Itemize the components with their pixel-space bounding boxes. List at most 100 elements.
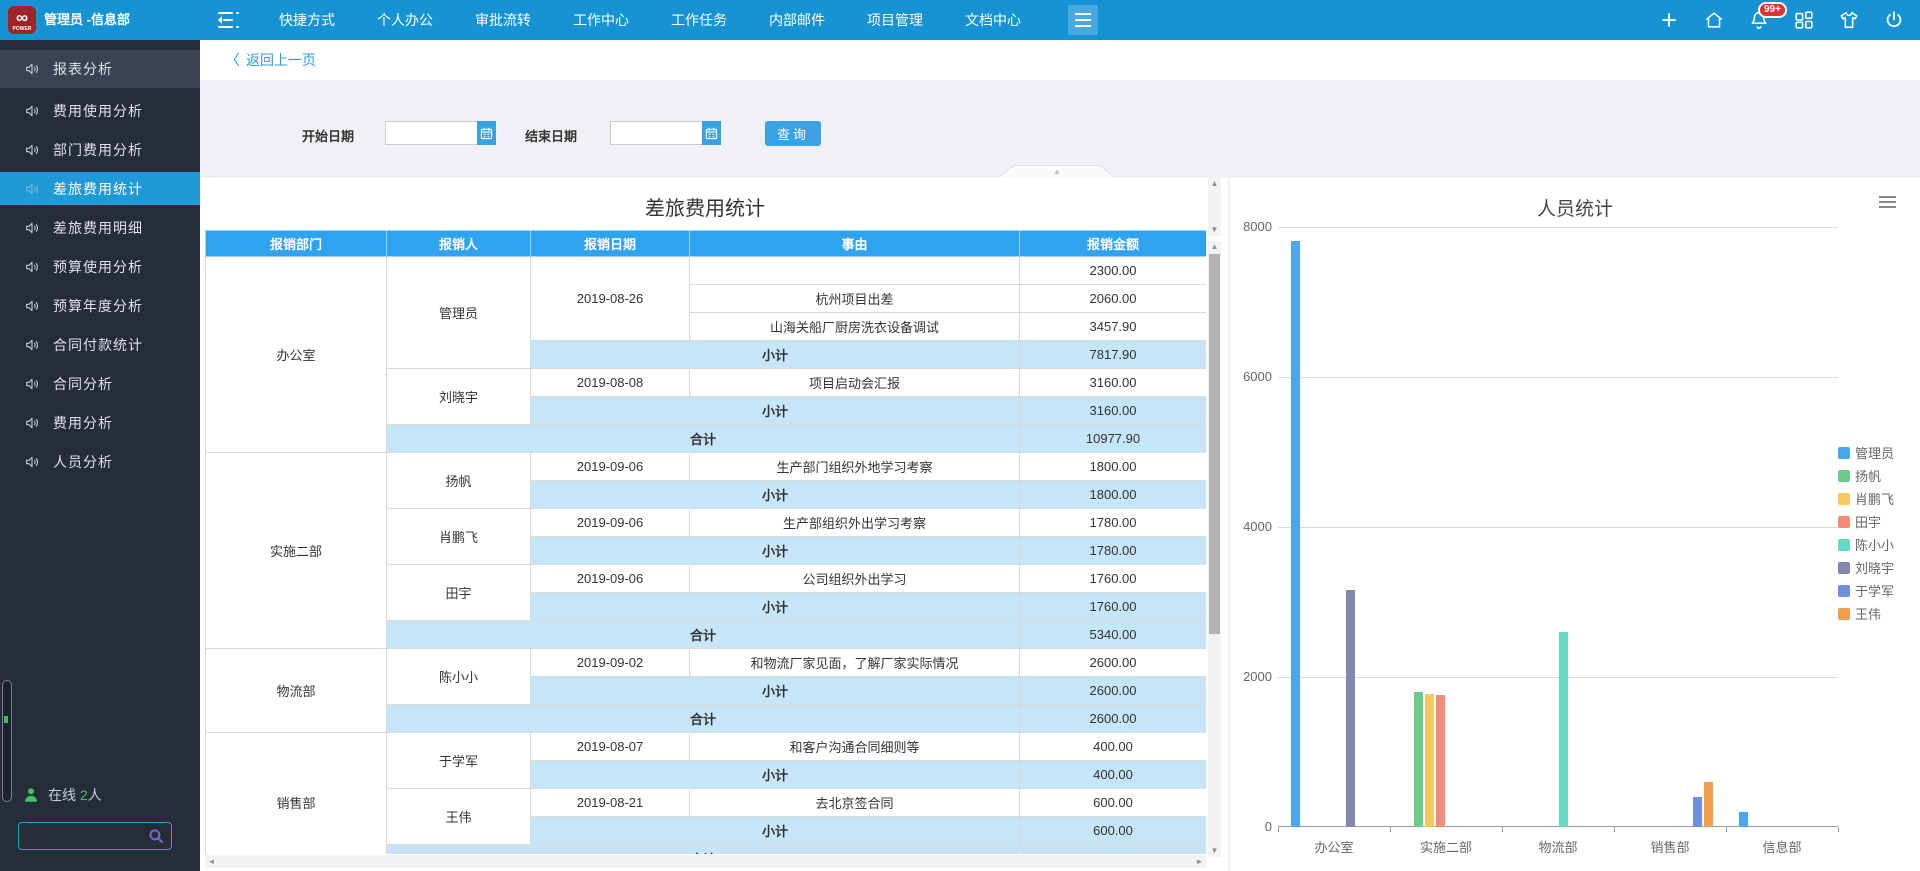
total-amount-cell: 2600.00 (1020, 705, 1207, 733)
x-axis-tick (1614, 827, 1615, 832)
top-nav-item-8[interactable]: 文档中心 (965, 10, 1021, 30)
sidebar-search-input[interactable] (19, 826, 147, 846)
legend-item-扬帆[interactable]: 扬帆 (1838, 464, 1894, 487)
scroll-right-arrow[interactable]: ► (1193, 855, 1206, 868)
top-nav-item-7[interactable]: 项目管理 (867, 10, 923, 30)
sidebar-item-10[interactable]: 人员分析 (0, 445, 200, 478)
online-user-icon (22, 786, 40, 804)
bar-刘晓宇-办公室[interactable] (1346, 590, 1355, 827)
bar-田宇-实施二部[interactable] (1436, 695, 1445, 827)
sidebar-item-3[interactable]: 差旅费用统计 (0, 172, 200, 205)
gridline (1278, 227, 1838, 228)
amount-cell: 2060.00 (1020, 285, 1207, 313)
date-cell: 2019-09-06 (531, 509, 690, 537)
legend-item-王伟[interactable]: 王伟 (1838, 602, 1894, 625)
sidebar-item-label: 差旅费用统计 (53, 179, 143, 199)
column-header: 报销人 (387, 231, 531, 257)
bar-chart-plot (1278, 227, 1838, 827)
nav-collapse-icon[interactable] (218, 12, 244, 28)
main-content: 〈返回上一页 开始日期 结束日期 查询 ▲ 差旅费用统计 报销部门报销人 (200, 40, 1920, 871)
scrollbar-thumb[interactable] (1209, 254, 1220, 634)
calendar-icon (705, 127, 718, 140)
sidebar-search-box (18, 822, 172, 850)
more-menu-button[interactable] (1068, 5, 1098, 35)
sidebar-item-4[interactable]: 差旅费用明细 (0, 211, 200, 244)
start-date-input[interactable] (385, 121, 477, 145)
sidebar-volume-pill[interactable] (2, 680, 12, 802)
bar-于学军-销售部[interactable] (1693, 797, 1702, 827)
sidebar: 报表分析 费用使用分析部门费用分析差旅费用统计差旅费用明细预算使用分析预算年度分… (0, 40, 200, 871)
top-nav-item-6[interactable]: 内部邮件 (769, 10, 825, 30)
query-button[interactable]: 查询 (765, 121, 821, 146)
back-link[interactable]: 〈返回上一页 (225, 40, 316, 80)
sidebar-item-2[interactable]: 部门费用分析 (0, 133, 200, 166)
apps-grid-icon[interactable] (1792, 8, 1816, 32)
topbar-action-icons: + 99+ (1657, 0, 1906, 40)
column-header: 报销日期 (531, 231, 690, 257)
sidebar-item-8[interactable]: 合同分析 (0, 367, 200, 400)
legend-swatch (1838, 608, 1850, 620)
gridline (1278, 677, 1838, 678)
sidebar-item-7[interactable]: 合同付款统计 (0, 328, 200, 361)
sidebar-item-9[interactable]: 费用分析 (0, 406, 200, 439)
bar-管理员-信息部[interactable] (1739, 812, 1748, 827)
date-cell: 2019-08-08 (531, 369, 690, 397)
legend-swatch (1838, 585, 1850, 597)
travel-expense-table-panel: 差旅费用统计 报销部门报销人报销日期事由报销金额 办公室管理员2019-08-2… (200, 178, 1228, 871)
bar-扬帆-实施二部[interactable] (1414, 692, 1423, 827)
dept-cell: 物流部 (206, 649, 387, 733)
breadcrumb-bar: 〈返回上一页 (200, 40, 1920, 80)
x-axis-category-label: 物流部 (1502, 837, 1614, 856)
bar-王伟-销售部[interactable] (1704, 782, 1713, 827)
legend-item-田宇[interactable]: 田宇 (1838, 510, 1894, 533)
search-icon[interactable] (147, 827, 165, 845)
top-nav-item-4[interactable]: 工作中心 (573, 10, 629, 30)
filter-collapse-handle[interactable]: ▲ (998, 165, 1116, 178)
bar-陈小小-物流部[interactable] (1559, 632, 1568, 827)
current-user-label: 管理员 -信息部 (44, 0, 130, 40)
legend-item-肖鹏飞[interactable]: 肖鹏飞 (1838, 487, 1894, 510)
sidebar-item-6[interactable]: 预算年度分析 (0, 289, 200, 322)
table-horizontal-scrollbar: ◄ ► (205, 855, 1206, 868)
amount-cell: 400.00 (1020, 733, 1207, 761)
end-date-input[interactable] (610, 121, 702, 145)
chart-menu-icon[interactable] (1879, 196, 1896, 209)
bar-肖鹏飞-实施二部[interactable] (1425, 694, 1434, 828)
sidebar-item-1[interactable]: 费用使用分析 (0, 94, 200, 127)
top-nav-item-1[interactable]: 快捷方式 (279, 10, 335, 30)
notifications-bell-icon[interactable]: 99+ (1747, 8, 1771, 32)
legend-item-管理员[interactable]: 管理员 (1838, 441, 1894, 464)
legend-item-刘晓宇[interactable]: 刘晓宇 (1838, 556, 1894, 579)
sidebar-item-label: 合同分析 (53, 374, 113, 394)
reason-cell: 生产部组织外出学习考察 (690, 509, 1020, 537)
home-icon[interactable] (1702, 8, 1726, 32)
amount-cell: 1780.00 (1020, 509, 1207, 537)
legend-label: 于学军 (1855, 581, 1894, 600)
power-logout-icon[interactable] (1882, 8, 1906, 32)
add-icon[interactable]: + (1657, 8, 1681, 32)
end-date-label: 结束日期 (525, 126, 577, 145)
sidebar-item-label: 部门费用分析 (53, 140, 143, 160)
subtotal-amount-cell: 2600.00 (1020, 677, 1207, 705)
start-date-calendar-button[interactable] (477, 121, 496, 145)
scroll-left-arrow[interactable]: ◄ (205, 855, 218, 868)
legend-item-陈小小[interactable]: 陈小小 (1838, 533, 1894, 556)
scroll-down-arrow[interactable]: ▼ (1208, 845, 1221, 857)
top-nav-item-5[interactable]: 工作任务 (671, 10, 727, 30)
table-vertical-scrollbar: ▲ ▼ (1208, 241, 1221, 857)
date-cell: 2019-09-06 (531, 565, 690, 593)
scroll-up-arrow[interactable]: ▲ (1208, 241, 1221, 253)
theme-shirt-icon[interactable] (1837, 8, 1861, 32)
total-amount-cell (1020, 845, 1207, 855)
top-nav-item-2[interactable]: 个人办公 (377, 10, 433, 30)
speaker-icon (24, 142, 40, 158)
scroll-down-arrow[interactable]: ▼ (1208, 224, 1221, 236)
total-label-cell: 合计 (387, 845, 1020, 855)
sidebar-item-5[interactable]: 预算使用分析 (0, 250, 200, 283)
scroll-up-arrow[interactable]: ▲ (1208, 178, 1221, 190)
bar-管理员-办公室[interactable] (1291, 241, 1300, 827)
top-nav-item-3[interactable]: 审批流转 (475, 10, 531, 30)
sidebar-group-report-analysis[interactable]: 报表分析 (0, 50, 200, 88)
end-date-calendar-button[interactable] (702, 121, 721, 145)
legend-item-于学军[interactable]: 于学军 (1838, 579, 1894, 602)
